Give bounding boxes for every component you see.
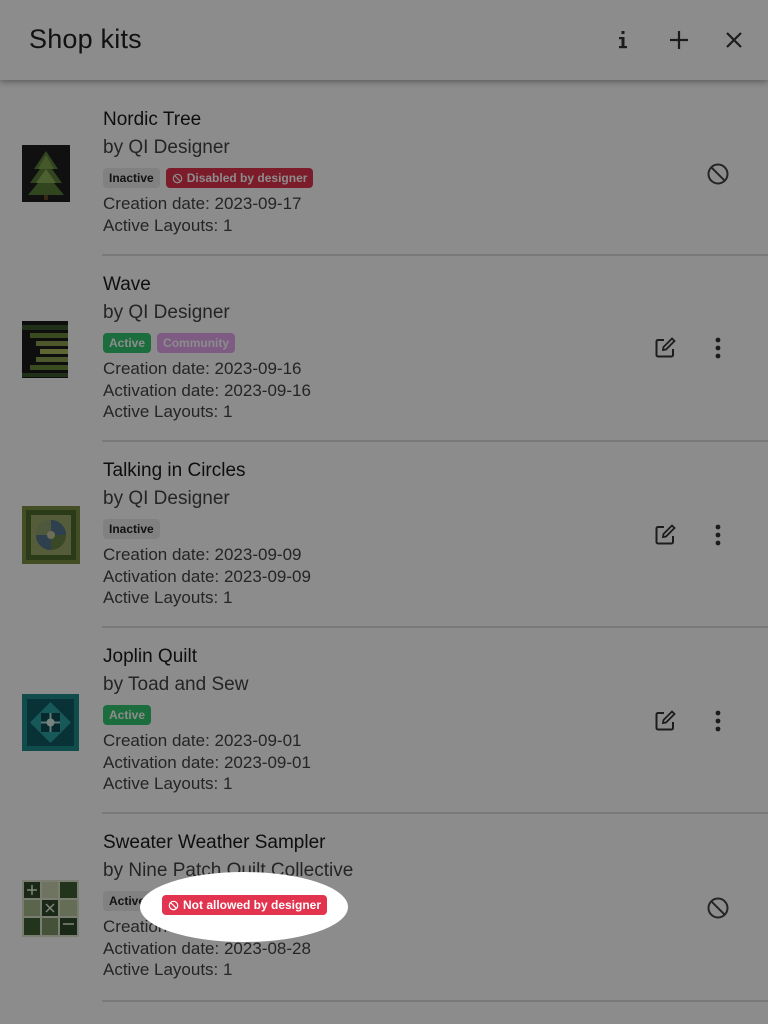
not-allowed-badge-label: Not allowed by designer bbox=[183, 898, 322, 912]
not-allowed-badge[interactable]: Not allowed by designer bbox=[162, 895, 328, 915]
dim-overlay bbox=[0, 0, 768, 1024]
block-icon bbox=[168, 900, 179, 910]
